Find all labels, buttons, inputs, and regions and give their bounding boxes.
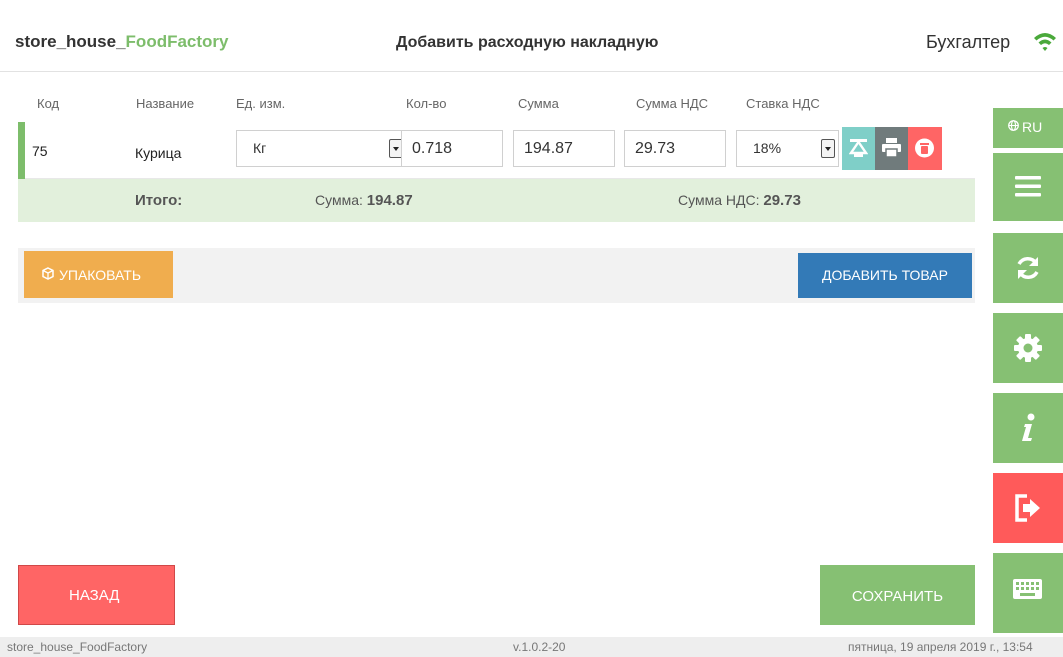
header: store_house_FoodFactory Добавить расходн… <box>0 0 1063 72</box>
sync-button[interactable] <box>993 233 1063 303</box>
wifi-icon <box>1034 33 1056 51</box>
col-header-name: Название <box>136 96 195 111</box>
brand-title: store_house_FoodFactory <box>15 32 229 52</box>
info-icon <box>1022 413 1035 441</box>
keyboard-icon <box>1013 579 1042 599</box>
unit-select[interactable]: Кг <box>236 130 407 167</box>
status-datetime: пятница, 19 апреля 2019 г., 13:54 <box>848 640 1033 654</box>
settings-button[interactable] <box>993 313 1063 383</box>
col-header-sum: Сумма <box>518 96 559 111</box>
unit-select-value: Кг <box>253 140 267 156</box>
row-name: Курица <box>135 145 182 161</box>
menu-icon <box>1015 176 1041 197</box>
col-header-vat-sum: Сумма НДС <box>636 96 709 111</box>
user-role[interactable]: Бухгалтер <box>926 32 1010 53</box>
totals-sum: Сумма: 194.87 <box>315 192 413 209</box>
scale-button[interactable] <box>842 127 875 170</box>
app-window: store_house_FoodFactory Добавить расходн… <box>0 0 1063 657</box>
logout-button[interactable] <box>993 473 1063 543</box>
col-header-qty: Кол-во <box>406 96 447 111</box>
totals-vat-value: 29.73 <box>763 192 801 209</box>
print-icon <box>882 138 901 157</box>
info-button[interactable] <box>993 393 1063 463</box>
add-item-button[interactable]: ДОБАВИТЬ ТОВАР <box>798 253 972 298</box>
quantity-input[interactable]: 0.718 <box>401 130 503 167</box>
chevron-down-icon[interactable] <box>821 139 835 158</box>
action-bar: УПАКОВАТЬ ДОБАВИТЬ ТОВАР <box>18 248 975 303</box>
sync-icon <box>1017 257 1039 279</box>
col-header-vat-rate: Ставка НДС <box>746 96 820 111</box>
globe-icon <box>1008 120 1019 131</box>
box-icon <box>42 267 54 280</box>
row-code: 75 <box>32 143 48 159</box>
status-bar: store_house_FoodFactory v.1.0.2-20 пятни… <box>0 637 1063 657</box>
pack-button-label: УПАКОВАТЬ <box>59 267 142 283</box>
col-header-unit: Ед. изм. <box>236 96 286 111</box>
trash-icon <box>915 138 934 158</box>
language-label: RU <box>1022 119 1043 135</box>
delete-button[interactable] <box>908 127 942 170</box>
page-title: Добавить расходную накладную <box>396 34 659 51</box>
gear-icon <box>1014 334 1042 362</box>
vat-rate-select[interactable]: 18% <box>736 130 839 167</box>
save-button[interactable]: СОХРАНИТЬ <box>820 565 975 625</box>
menu-button[interactable] <box>993 153 1063 221</box>
sum-input[interactable]: 194.87 <box>513 130 615 167</box>
totals-row: Итого: Сумма: 194.87 Сумма НДС: 29.73 <box>18 179 975 222</box>
logout-icon <box>1015 494 1040 522</box>
brand-prefix: store_house_ <box>15 32 126 51</box>
print-button[interactable] <box>875 127 908 170</box>
vat-sum-input[interactable]: 29.73 <box>624 130 726 167</box>
pack-button[interactable]: УПАКОВАТЬ <box>24 251 173 298</box>
vat-rate-select-value: 18% <box>753 140 782 156</box>
col-header-code: Код <box>37 96 60 111</box>
totals-vat: Сумма НДС: 29.73 <box>678 192 801 209</box>
brand-accent: FoodFactory <box>125 32 229 51</box>
scale-icon <box>849 139 868 157</box>
totals-sum-value: 194.87 <box>366 192 413 209</box>
totals-sum-label: Сумма: <box>315 192 363 208</box>
table-row: 75 Курица Кг 0.718 194.87 29.73 18% <box>18 122 975 179</box>
status-version: v.1.0.2-20 <box>513 640 566 654</box>
keyboard-button[interactable] <box>993 553 1063 633</box>
status-app-name: store_house_FoodFactory <box>7 640 148 654</box>
totals-vat-label: Сумма НДС: <box>678 192 760 208</box>
language-button[interactable]: RU <box>993 108 1063 148</box>
back-button[interactable]: НАЗАД <box>18 565 175 625</box>
row-indicator <box>18 122 25 179</box>
totals-label: Итого: <box>135 192 183 209</box>
